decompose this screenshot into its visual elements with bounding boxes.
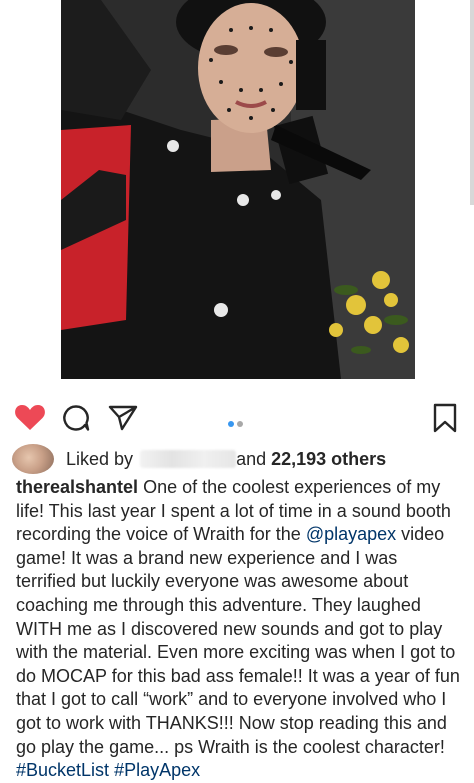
action-bar bbox=[0, 398, 474, 438]
heart-filled-icon[interactable] bbox=[14, 403, 46, 431]
post-photo[interactable] bbox=[61, 0, 415, 379]
liked-by-text[interactable]: Liked by and 22,193 others bbox=[66, 448, 386, 470]
carousel-dot bbox=[237, 421, 243, 427]
hashtag-link[interactable]: #PlayApex bbox=[114, 760, 200, 780]
comment-icon[interactable] bbox=[62, 404, 90, 432]
hashtag-link[interactable]: #BucketList bbox=[16, 760, 109, 780]
liker-avatar[interactable] bbox=[12, 444, 54, 474]
liked-by-prefix: Liked by bbox=[66, 449, 134, 469]
bookmark-icon[interactable] bbox=[432, 403, 458, 433]
likes-count[interactable]: 22,193 others bbox=[271, 449, 386, 469]
blurred-username bbox=[140, 450, 237, 468]
liked-by-and: and bbox=[236, 449, 267, 469]
caption-text-continued: video game! It was a brand new experienc… bbox=[16, 524, 460, 757]
post-photo-content bbox=[61, 0, 415, 379]
caption-username[interactable]: therealshantel bbox=[16, 477, 138, 497]
likes-row: Liked by and 22,193 others bbox=[12, 442, 474, 476]
carousel-dot-active bbox=[228, 421, 234, 427]
mention-link[interactable]: @playapex bbox=[306, 524, 396, 544]
post-caption: therealshantel One of the coolest experi… bbox=[16, 476, 462, 783]
paper-plane-icon[interactable] bbox=[108, 404, 138, 432]
next-post-edge bbox=[470, 0, 474, 205]
carousel-indicator bbox=[228, 414, 246, 432]
